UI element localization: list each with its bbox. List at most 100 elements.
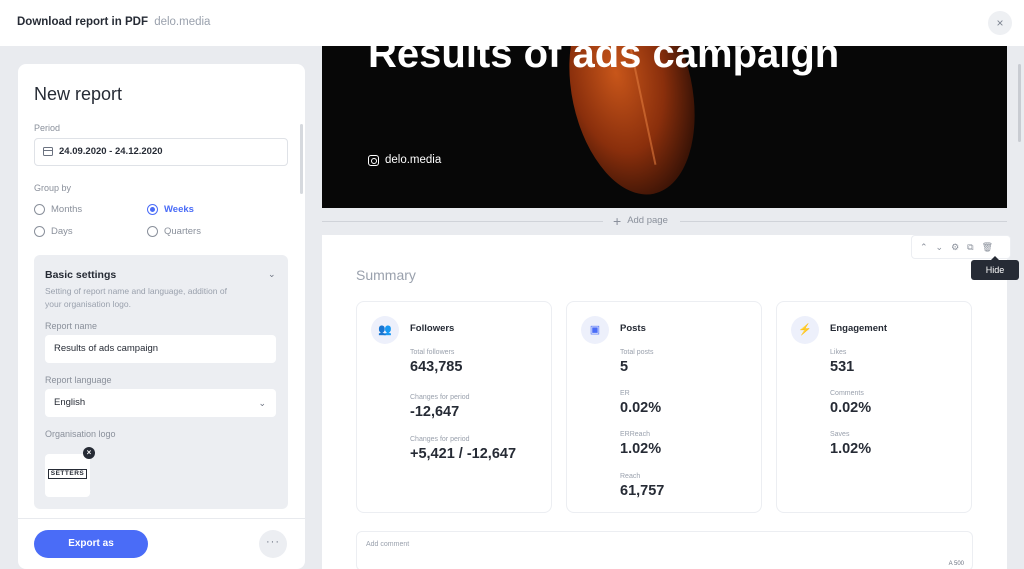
radio-dot: [34, 226, 45, 237]
report-name-input[interactable]: Results of ads campaign: [45, 335, 276, 363]
metric: Likes 531: [830, 349, 854, 375]
chevron-down-icon: ⌄: [258, 398, 266, 408]
radio-dot: [147, 226, 158, 237]
summary-title: Summary: [356, 267, 416, 283]
radio-weeks[interactable]: Weeks: [147, 204, 194, 215]
divider: [680, 221, 1007, 222]
radio-label: Days: [51, 226, 73, 237]
top-bar: Download report in PDF delo.media ×: [0, 0, 1024, 46]
window-title-text: Download report in PDF: [17, 16, 148, 28]
metric-value: 0.02%: [830, 400, 872, 416]
card-title: Engagement: [830, 323, 888, 334]
metric-value: 61,757: [620, 483, 665, 499]
report-name-label: Report name: [45, 321, 98, 331]
cover-page-preview: Results of ads campaign delo.media: [322, 46, 1007, 208]
radio-months[interactable]: Months: [34, 204, 82, 215]
cover-title: Results of ads campaign: [368, 46, 840, 76]
metric: Saves 1.02%: [830, 431, 871, 457]
metric: Changes for period -12,647: [410, 394, 470, 420]
radio-days[interactable]: Days: [34, 226, 73, 237]
divider: [322, 221, 603, 222]
basic-settings-section: Basic settings ⌄ Setting of report name …: [34, 255, 288, 509]
metric-label: Comments: [830, 390, 864, 397]
report-language-select[interactable]: English ⌄: [45, 389, 276, 417]
metric: Changes for period +5,421 / -12,647: [410, 436, 516, 462]
metric-value: +5,421 / -12,647: [410, 446, 517, 462]
summary-page-preview: ⌃ ⌄ ⚙ ⧉ 🗑 Summary 👥 Followers Total foll…: [322, 235, 1011, 569]
metric: Reach 61,757: [620, 473, 664, 499]
duplicate-icon[interactable]: ⧉: [967, 242, 973, 253]
posts-card: ▣ Posts Total posts 5 ER 0.02% ERReach 1…: [566, 301, 762, 513]
metric-value: 531: [830, 359, 855, 375]
metric-value: 643,785: [410, 359, 463, 375]
engagement-card: ⚡ Engagement Likes 531 Comments 0.02% Sa…: [776, 301, 972, 513]
delete-icon[interactable]: 🗑: [982, 242, 993, 253]
more-options-button[interactable]: ···: [259, 530, 287, 558]
chevron-down-icon[interactable]: ⌄: [268, 269, 276, 280]
remove-logo-icon[interactable]: ×: [83, 447, 95, 459]
radio-dot: [147, 204, 158, 215]
period-date-field[interactable]: 24.09.2020 - 24.12.2020: [34, 138, 288, 166]
org-logo-text: SETTERS: [48, 469, 87, 479]
calendar-icon: [43, 147, 53, 156]
metric-label: Total posts: [620, 349, 654, 356]
comment-placeholder: Add comment: [366, 541, 410, 548]
instagram-icon: [368, 154, 379, 166]
followers-card: 👥 Followers Total followers 643,785 Chan…: [356, 301, 552, 513]
panel-scrollbar[interactable]: [300, 124, 303, 194]
metric: ER 0.02%: [620, 390, 661, 416]
metric-label: Total followers: [410, 349, 455, 356]
card-title: Posts: [620, 323, 646, 334]
metric-label: ERReach: [620, 431, 650, 438]
metric: Total posts 5: [620, 349, 653, 375]
report-settings-panel: New report Period 24.09.2020 - 24.12.202…: [18, 64, 305, 569]
group-by-label: Group by: [34, 183, 72, 193]
radio-dot: [34, 204, 45, 215]
bolt-icon: ⚡: [791, 316, 819, 344]
add-page-label: Add page: [627, 215, 668, 226]
period-label: Period: [34, 123, 61, 133]
report-language-label: Report language: [45, 375, 112, 385]
preview-scrollbar[interactable]: [1018, 64, 1021, 142]
panel-heading: New report: [34, 84, 123, 104]
metric-label: Changes for period: [410, 394, 470, 401]
people-icon: 👥: [371, 316, 399, 344]
close-icon: ×: [996, 16, 1004, 30]
period-value: 24.09.2020 - 24.12.2020: [59, 146, 163, 157]
metric-label: Likes: [830, 349, 847, 356]
cover-handle-text: delo.media: [385, 154, 442, 166]
comment-input[interactable]: Add comment A 500: [356, 531, 973, 569]
window-title: Download report in PDF delo.media: [17, 16, 210, 28]
basic-settings-title[interactable]: Basic settings: [45, 269, 116, 281]
metric: ERReach 1.02%: [620, 431, 661, 457]
image-icon: ▣: [581, 316, 609, 344]
metric-value: -12,647: [410, 404, 460, 420]
window-brand: delo.media: [154, 16, 211, 28]
move-up-icon[interactable]: ⌃: [920, 242, 928, 253]
basic-settings-description: Setting of report name and language, add…: [45, 286, 227, 309]
org-logo: SETTERS: [45, 454, 90, 497]
comment-counter: A 500: [948, 561, 964, 567]
metric-label: Saves: [830, 431, 850, 438]
metric-label: Reach: [620, 473, 641, 480]
radio-label: Quarters: [164, 226, 201, 237]
cover-handle: delo.media: [368, 154, 441, 166]
radio-label: Months: [51, 204, 83, 215]
metric: Total followers 643,785: [410, 349, 462, 375]
close-button[interactable]: ×: [988, 11, 1012, 35]
metric-value: 1.02%: [830, 441, 872, 457]
card-title: Followers: [410, 323, 455, 334]
hide-tooltip: Hide: [971, 256, 1019, 280]
add-page-button[interactable]: + Add page: [613, 212, 668, 229]
plus-icon: +: [613, 212, 622, 229]
move-down-icon[interactable]: ⌄: [936, 242, 944, 253]
metric-value: 1.02%: [620, 441, 662, 457]
settings-icon[interactable]: ⚙: [951, 242, 959, 253]
export-button[interactable]: Export as: [34, 530, 148, 558]
org-logo-label: Organisation logo: [45, 429, 116, 439]
metric-value: 5: [620, 359, 629, 375]
divider: [18, 518, 305, 519]
radio-quarters[interactable]: Quarters: [147, 226, 201, 237]
report-language-value: English: [54, 397, 86, 408]
metric-value: 0.02%: [620, 400, 662, 416]
